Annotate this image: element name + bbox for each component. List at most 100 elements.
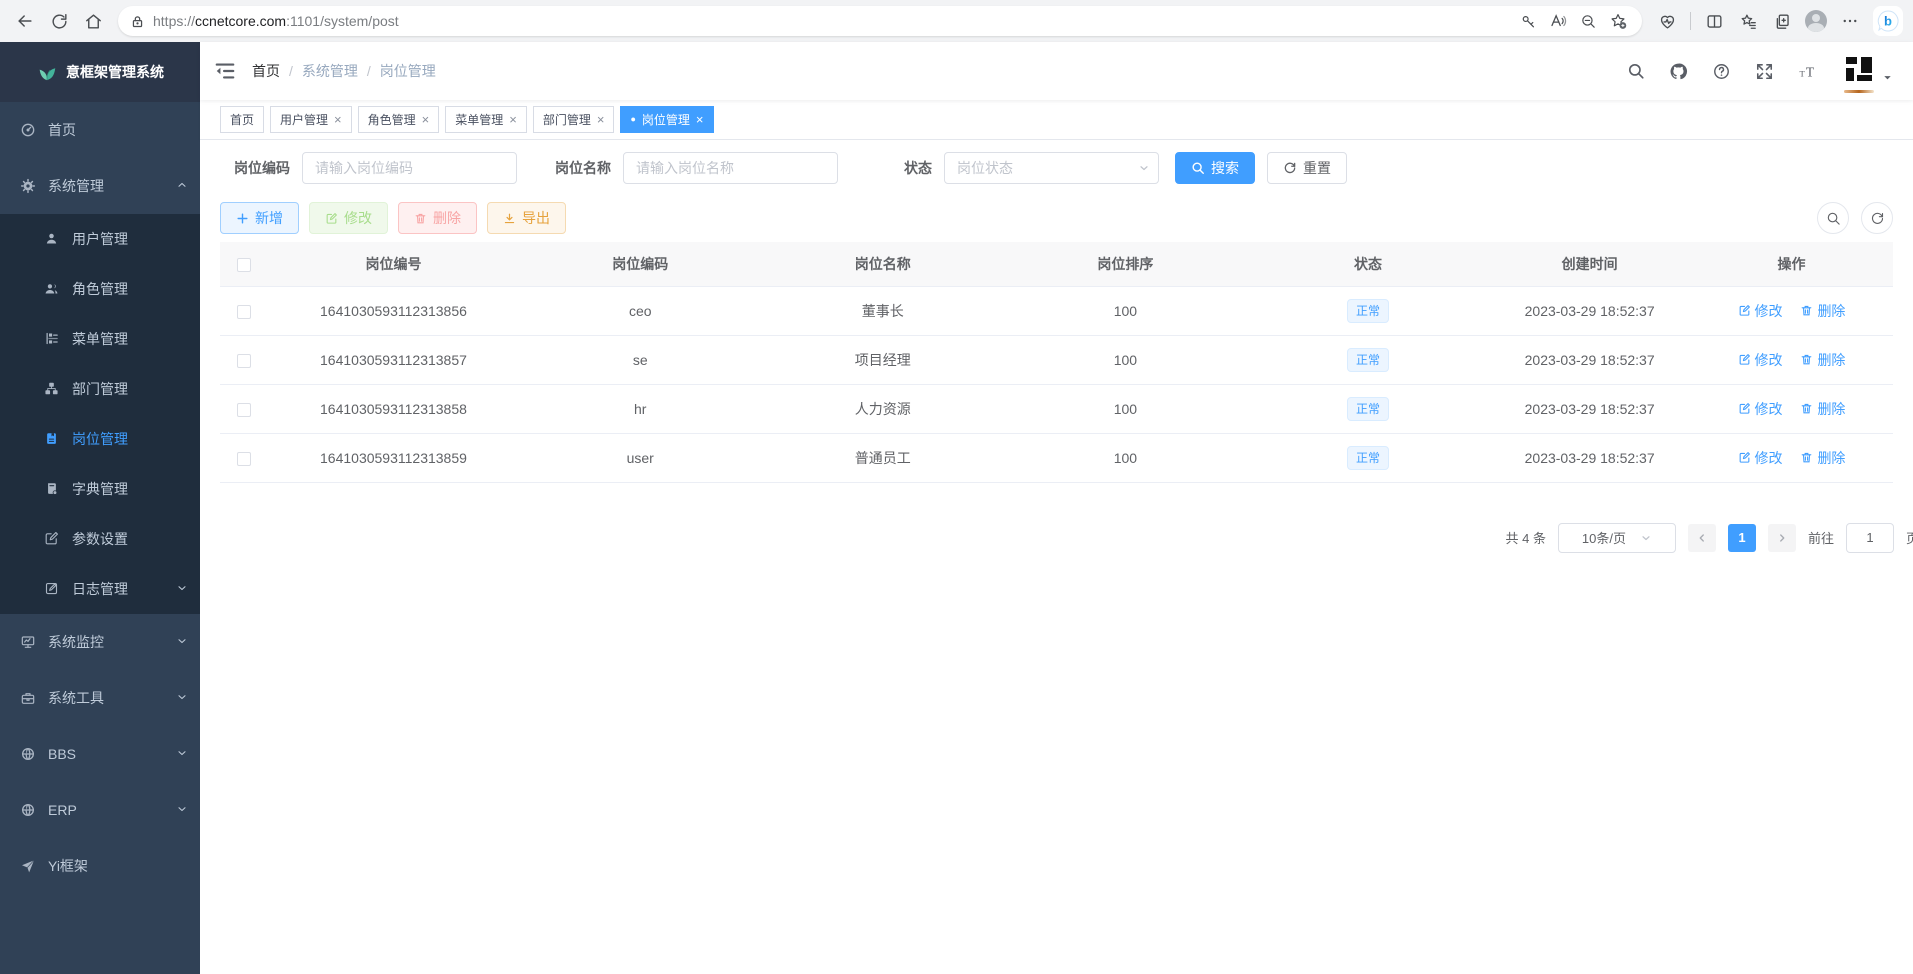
cell-post-sort: 100 xyxy=(1004,286,1247,335)
sidebar-item-erp[interactable]: ERP xyxy=(0,782,200,838)
sidebar-item-posts[interactable]: 岗位管理 xyxy=(0,414,200,464)
more-menu-icon[interactable] xyxy=(1835,6,1865,36)
status-badge: 正常 xyxy=(1347,446,1389,470)
sidebar-item-logs[interactable]: 日志管理 xyxy=(0,564,200,614)
sidebar-item-menus[interactable]: 菜单管理 xyxy=(0,314,200,364)
row-edit-link[interactable]: 修改 xyxy=(1738,301,1783,321)
tab-posts-active[interactable]: ● 岗位管理 × xyxy=(620,106,713,133)
delete-button[interactable]: 删除 xyxy=(398,202,477,234)
sidebar-item-dicts[interactable]: 字典管理 xyxy=(0,464,200,514)
favorites-icon[interactable] xyxy=(1733,6,1763,36)
browser-essentials-icon[interactable] xyxy=(1652,6,1682,36)
profile-avatar[interactable] xyxy=(1801,6,1831,36)
tab-label: 菜单管理 xyxy=(455,111,503,128)
row-checkbox[interactable] xyxy=(237,305,251,319)
refresh-icon[interactable] xyxy=(44,6,74,36)
zoom-out-icon[interactable] xyxy=(1574,7,1602,35)
toolbar-divider xyxy=(1690,12,1691,30)
sidebar-item-yi-framework[interactable]: Yi框架 xyxy=(0,838,200,894)
row-delete-link[interactable]: 删除 xyxy=(1800,350,1845,370)
add-button[interactable]: 新增 xyxy=(220,202,299,234)
sidebar-collapse-icon[interactable] xyxy=(214,60,236,82)
export-button[interactable]: 导出 xyxy=(487,202,566,234)
row-checkbox[interactable] xyxy=(237,452,251,466)
read-aloud-icon[interactable] xyxy=(1544,7,1572,35)
sidebar-item-bbs[interactable]: BBS xyxy=(0,726,200,782)
tab-close-icon[interactable]: × xyxy=(509,113,517,126)
tab-menus[interactable]: 菜单管理 × xyxy=(445,106,527,133)
page-size-value: 10条/页 xyxy=(1582,528,1626,547)
split-screen-icon[interactable] xyxy=(1699,6,1729,36)
tab-close-icon[interactable]: × xyxy=(334,113,342,126)
page-number-1[interactable]: 1 xyxy=(1728,524,1756,552)
edit-button[interactable]: 修改 xyxy=(309,202,388,234)
tab-users[interactable]: 用户管理 × xyxy=(270,106,352,133)
show-search-toggle-button[interactable] xyxy=(1817,202,1849,234)
prev-page-button[interactable] xyxy=(1688,524,1716,552)
cell-post-name: 项目经理 xyxy=(762,335,1005,384)
post-badge-icon xyxy=(44,431,60,447)
search-button-label: 搜索 xyxy=(1211,158,1239,178)
sidebar-item-monitor[interactable]: 系统监控 xyxy=(0,614,200,670)
sidebar-item-departments[interactable]: 部门管理 xyxy=(0,364,200,414)
sidebar-item-roles[interactable]: 角色管理 xyxy=(0,264,200,314)
row-edit-link[interactable]: 修改 xyxy=(1738,448,1783,468)
github-icon[interactable] xyxy=(1669,62,1688,81)
sidebar-item-system[interactable]: 系统管理 xyxy=(0,158,200,214)
status-select[interactable]: 岗位状态 xyxy=(944,152,1159,184)
dictionary-icon xyxy=(44,481,60,497)
collections-icon[interactable] xyxy=(1767,6,1797,36)
font-size-icon[interactable]: TT xyxy=(1798,62,1820,81)
help-icon[interactable] xyxy=(1712,62,1731,81)
lock-icon[interactable] xyxy=(130,14,145,29)
tab-close-icon[interactable]: × xyxy=(422,113,430,126)
col-header-status: 状态 xyxy=(1247,242,1490,286)
search-button[interactable]: 搜索 xyxy=(1175,152,1255,184)
tab-close-icon[interactable]: × xyxy=(696,113,704,126)
posts-table: 岗位编号 岗位编码 岗位名称 岗位排序 状态 创建时间 操作 164103059… xyxy=(220,242,1893,483)
add-favorite-star-icon[interactable] xyxy=(1604,7,1632,35)
tab-departments[interactable]: 部门管理 × xyxy=(533,106,615,133)
row-edit-link[interactable]: 修改 xyxy=(1738,399,1783,419)
header-search-icon[interactable] xyxy=(1627,62,1645,80)
copilot-icon[interactable]: b xyxy=(1873,6,1903,36)
fullscreen-icon[interactable] xyxy=(1755,62,1774,81)
page-size-select[interactable]: 10条/页 xyxy=(1558,523,1676,553)
tab-close-icon[interactable]: × xyxy=(597,113,605,126)
row-checkbox[interactable] xyxy=(237,354,251,368)
row-delete-link[interactable]: 删除 xyxy=(1800,301,1845,321)
tab-roles[interactable]: 角色管理 × xyxy=(358,106,440,133)
home-icon[interactable] xyxy=(78,6,108,36)
browser-toolbar: https://ccnetcore.com:1101/system/post xyxy=(0,0,1913,42)
row-edit-label: 修改 xyxy=(1755,350,1783,370)
sidebar-item-tools[interactable]: 系统工具 xyxy=(0,670,200,726)
address-bar[interactable]: https://ccnetcore.com:1101/system/post xyxy=(118,6,1642,36)
caret-down-icon xyxy=(1882,70,1893,88)
reset-button[interactable]: 重置 xyxy=(1267,152,1347,184)
password-key-icon[interactable] xyxy=(1514,7,1542,35)
cell-post-name: 人力资源 xyxy=(762,384,1005,433)
user-menu[interactable] xyxy=(1844,55,1893,88)
sidebar-item-home[interactable]: 首页 xyxy=(0,102,200,158)
toolbox-icon xyxy=(20,690,36,706)
cell-post-code: user xyxy=(519,433,762,482)
post-name-input[interactable] xyxy=(623,152,838,184)
cell-created: 2023-03-29 18:52:37 xyxy=(1489,286,1690,335)
select-all-checkbox[interactable] xyxy=(237,258,251,272)
row-delete-link[interactable]: 删除 xyxy=(1800,399,1845,419)
sidebar-item-params[interactable]: 参数设置 xyxy=(0,514,200,564)
row-edit-link[interactable]: 修改 xyxy=(1738,350,1783,370)
sidebar-item-users[interactable]: 用户管理 xyxy=(0,214,200,264)
status-badge: 正常 xyxy=(1347,348,1389,372)
post-code-input[interactable] xyxy=(302,152,517,184)
next-page-button[interactable] xyxy=(1768,524,1796,552)
row-delete-link[interactable]: 删除 xyxy=(1800,448,1845,468)
tab-home[interactable]: 首页 xyxy=(220,106,264,133)
col-header-post-name: 岗位名称 xyxy=(762,242,1005,286)
refresh-table-button[interactable] xyxy=(1861,202,1893,234)
back-icon[interactable] xyxy=(10,6,40,36)
breadcrumb-system[interactable]: 系统管理 xyxy=(302,61,358,81)
breadcrumb-home[interactable]: 首页 xyxy=(252,61,280,81)
goto-page-input[interactable] xyxy=(1846,523,1894,553)
row-checkbox[interactable] xyxy=(237,403,251,417)
